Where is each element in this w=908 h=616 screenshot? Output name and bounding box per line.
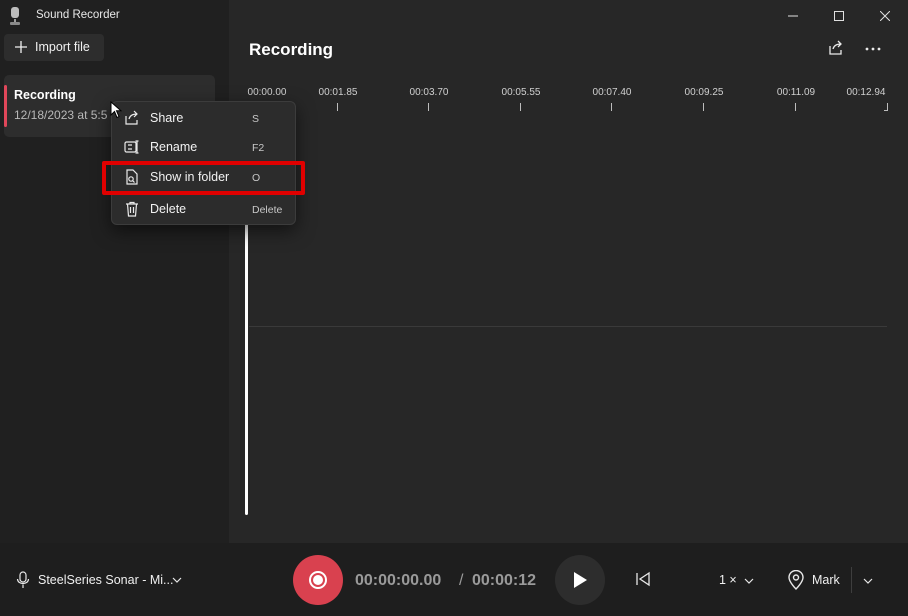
recording-name: Recording (14, 88, 76, 102)
window-controls (770, 0, 908, 32)
tick-mark (703, 103, 704, 111)
tick-label: 00:01.85 (318, 87, 358, 98)
skip-to-start-icon[interactable] (635, 571, 651, 587)
share-icon[interactable] (827, 39, 845, 57)
total-time: 00:00:12 (472, 572, 537, 589)
tick-label: 00:07.40 (592, 87, 632, 98)
minimize-button[interactable] (770, 0, 816, 32)
folder-icon (126, 169, 138, 185)
tick-mark (428, 103, 429, 111)
maximize-icon (834, 11, 844, 21)
tick-mark (520, 103, 521, 111)
menu-item-label: Show in folder (150, 170, 230, 184)
page-title: Recording (249, 40, 334, 59)
mouse-cursor-icon (110, 101, 122, 119)
tick-label: 00:00.00 (247, 87, 287, 98)
playback-bar: SteelSeries Sonar - Mi... 00:00:00.00 / … (0, 543, 908, 616)
record-icon (309, 571, 327, 589)
menu-item-label: Share (150, 111, 184, 125)
mark-button[interactable]: Mark (812, 573, 840, 587)
current-time: 00:00:00.00 (355, 572, 442, 589)
menu-item-shortcut: O (252, 172, 261, 184)
more-options-icon[interactable] (864, 40, 882, 58)
divider (851, 567, 852, 593)
app-title: Sound Recorder (36, 9, 120, 21)
tick-label: 00:12.94 (846, 87, 886, 98)
tick-mark (611, 103, 612, 111)
close-button[interactable] (862, 0, 908, 32)
tick-mark (887, 103, 888, 111)
plus-icon (15, 41, 27, 53)
waveform-baseline (249, 326, 887, 327)
tick-label: 00:05.55 (501, 87, 541, 98)
chevron-down-icon[interactable] (863, 576, 873, 586)
menu-item-label: Rename (150, 140, 198, 154)
menu-item-delete[interactable]: Delete Delete (116, 195, 291, 223)
rename-icon (124, 140, 139, 154)
menu-item-rename[interactable]: Rename F2 (116, 133, 291, 161)
maximize-button[interactable] (816, 0, 862, 32)
play-icon (574, 572, 587, 588)
timeline-ruler[interactable]: 00:00.00 00:01.85 00:03.70 00:05.55 00:0… (229, 85, 908, 115)
tick-mark (795, 103, 796, 111)
menu-item-label: Delete (150, 202, 187, 216)
chevron-down-icon[interactable] (172, 575, 182, 585)
chevron-down-icon[interactable] (744, 576, 754, 586)
location-pin-icon (788, 570, 804, 590)
menu-item-show-in-folder[interactable]: Show in folder O (116, 163, 291, 191)
import-file-label: Import file (35, 40, 90, 54)
trash-icon (126, 201, 138, 217)
sidebar: Sound Recorder Import file Recording 12/… (0, 0, 228, 543)
playback-speed[interactable]: 1 × (719, 573, 737, 587)
menu-item-shortcut: F2 (252, 142, 265, 154)
app-microphone-icon (10, 7, 20, 25)
selection-indicator (4, 85, 7, 127)
menu-item-share[interactable]: Share S (116, 104, 291, 132)
menu-item-shortcut: Delete (252, 204, 283, 216)
time-separator: / (459, 572, 464, 589)
tick-mark (337, 103, 338, 111)
tick-label: 00:11.09 (776, 87, 816, 98)
menu-item-shortcut: S (252, 113, 260, 125)
minimize-icon (788, 15, 798, 17)
record-button[interactable] (293, 555, 343, 605)
microphone-icon (16, 571, 30, 588)
microphone-selector[interactable]: SteelSeries Sonar - Mi... (38, 573, 173, 587)
tick-label: 00:03.70 (409, 87, 449, 98)
close-icon (880, 11, 890, 21)
import-file-button[interactable]: Import file (4, 34, 104, 61)
tick-label: 00:09.25 (684, 87, 724, 98)
play-button[interactable] (555, 555, 605, 605)
context-menu: Share S Rename F2 Show in folder O Delet… (111, 101, 296, 225)
main-panel: Recording 00:00.00 00:01.85 00:03.70 00:… (229, 0, 908, 543)
share-icon (125, 110, 138, 125)
recording-date: 12/18/2023 at 5:5 (14, 108, 108, 122)
